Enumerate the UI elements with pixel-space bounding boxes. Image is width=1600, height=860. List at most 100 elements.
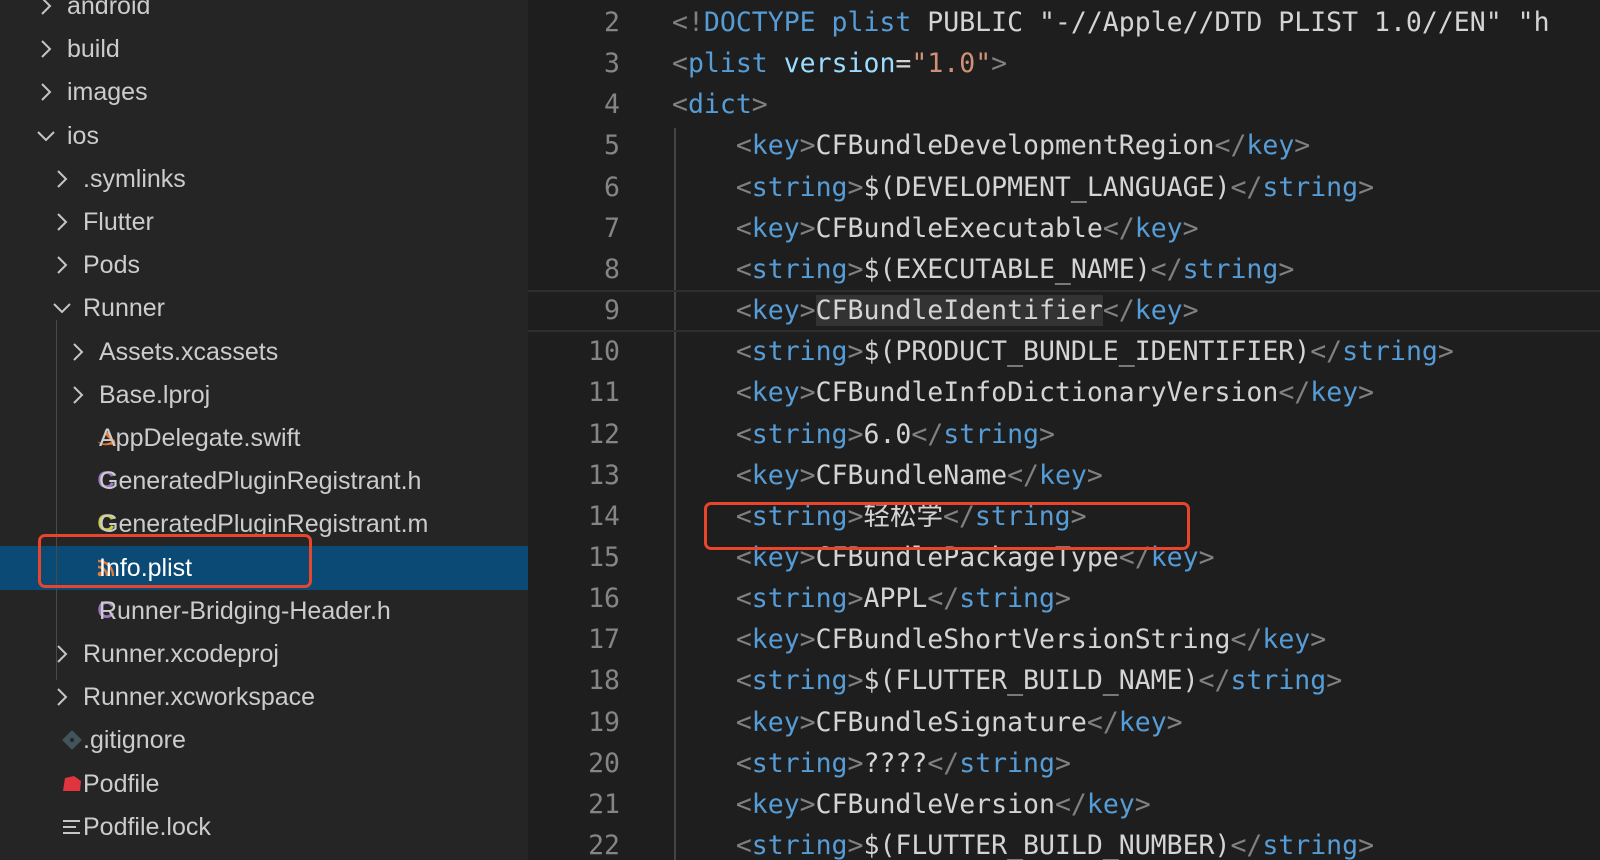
code-token: < — [672, 48, 688, 80]
explorer-item-label: Runner.xcodeproj — [83, 640, 279, 668]
code-line[interactable]: 4 <dict> — [528, 84, 1600, 126]
chevron-right-icon[interactable] — [34, 27, 58, 71]
explorer-item-podfile-lock[interactable]: Podfile.lock — [0, 805, 528, 849]
explorer-item-generatedpluginregistrant-h[interactable]: C GeneratedPluginRegistrant.h — [0, 459, 528, 503]
explorer-item-label: Podfile.lock — [83, 812, 211, 841]
code-token: CFBundlePackageType — [815, 541, 1119, 573]
line-number: 9 — [604, 295, 620, 327]
code-token: > — [799, 706, 816, 738]
code-token: key — [751, 130, 800, 162]
explorer-item-build[interactable]: build — [0, 27, 528, 71]
chevron-right-icon[interactable] — [34, 70, 58, 114]
explorer-item-ios[interactable]: ios — [0, 114, 528, 158]
code-token: > — [1358, 171, 1375, 203]
code-line[interactable]: 19 <key>CFBundleSignature</key> — [528, 702, 1600, 744]
explorer-item-pods[interactable]: Pods — [0, 243, 528, 287]
line-number: 13 — [588, 459, 620, 491]
code-line[interactable]: 13 <key>CFBundleName</key> — [528, 455, 1600, 497]
code-text: <string>APPL</string> — [672, 578, 1071, 620]
code-line[interactable]: 2 <!DOCTYPE plist PUBLIC "-//Apple//DTD P… — [528, 2, 1600, 44]
chevron-right-icon[interactable] — [34, 0, 58, 28]
code-token: > — [799, 459, 816, 491]
chevron-right-icon[interactable] — [50, 200, 74, 244]
code-token: > — [1086, 459, 1103, 491]
code-token: CFBundleDevelopmentRegion — [815, 130, 1215, 162]
chevron-right-icon[interactable] — [50, 675, 74, 719]
explorer-item-base-lproj[interactable]: Base.lproj — [0, 373, 528, 417]
code-line[interactable]: 21 <key>CFBundleVersion</key> — [528, 784, 1600, 826]
explorer-item-info-plist[interactable]: Info.plist — [0, 545, 528, 590]
code-token: string — [1262, 171, 1359, 203]
code-editor[interactable]: 2 <!DOCTYPE plist PUBLIC "-//Apple//DTD P… — [528, 0, 1600, 860]
explorer-item-runner[interactable]: Runner — [0, 286, 528, 330]
line-number: 10 — [588, 336, 620, 368]
code-token: > — [1182, 295, 1199, 327]
explorer-item-android[interactable]: android — [0, 0, 528, 28]
explorer-item-generatedpluginregistrant-m[interactable]: C GeneratedPluginRegistrant.m — [0, 502, 528, 546]
code-line[interactable]: 22 <string>$(FLUTTER_BUILD_NUMBER)</stri… — [528, 825, 1600, 860]
explorer-item-label: Runner — [83, 294, 165, 323]
code-line[interactable]: 20 <string>????</string> — [528, 743, 1600, 785]
code-line[interactable]: 5 <key>CFBundleDevelopmentRegion</key> — [528, 125, 1600, 167]
explorer-item-label: .gitignore — [83, 726, 186, 755]
code-line[interactable]: 18 <string>$(FLUTTER_BUILD_NAME)</string… — [528, 660, 1600, 702]
code-token: string — [1182, 253, 1279, 285]
explorer-item-flutter[interactable]: Flutter — [0, 200, 528, 244]
explorer-item-label: ios — [67, 121, 99, 150]
code-token: > — [847, 665, 864, 697]
code-token: string — [959, 747, 1055, 779]
code-text: <string>轻松学</string> — [672, 496, 1087, 538]
explorer-item-label: android — [67, 0, 151, 20]
code-token: key — [1150, 541, 1199, 573]
code-token: < — [672, 336, 752, 368]
code-line[interactable]: 6 <string>$(DEVELOPMENT_LANGUAGE)</strin… — [528, 167, 1600, 209]
code-token: key — [751, 212, 800, 244]
code-token: < — [672, 583, 752, 615]
code-line[interactable]: 11 <key>CFBundleInfoDictionaryVersion</k… — [528, 372, 1600, 414]
chevron-down-icon[interactable] — [34, 114, 58, 158]
explorer-item-runner-xcodeproj[interactable]: Runner.xcodeproj — [0, 632, 528, 676]
code-token: </ — [1214, 130, 1247, 162]
code-token: key — [1118, 706, 1167, 738]
explorer-item-label: build — [67, 35, 120, 64]
code-token: < — [672, 788, 752, 820]
line-number: 14 — [588, 500, 620, 532]
chevron-right-icon[interactable] — [50, 632, 74, 676]
code-line[interactable]: 9 <key>CFBundleIdentifier</key> — [528, 290, 1600, 333]
file-explorer: android build images ios .symlinks Flutter Pod… — [0, 0, 528, 860]
chevron-down-icon[interactable] — [50, 286, 74, 330]
ruby-icon — [60, 762, 84, 806]
code-line[interactable]: 15 <key>CFBundlePackageType</key> — [528, 537, 1600, 579]
code-token: 轻松学 — [863, 500, 943, 532]
code-token: key — [751, 624, 800, 656]
explorer-item-images[interactable]: images — [0, 70, 528, 114]
chevron-right-icon[interactable] — [50, 157, 74, 201]
code-line[interactable]: 16 <string>APPL</string> — [528, 578, 1600, 620]
explorer-item-podfile[interactable]: Podfile — [0, 762, 528, 806]
code-token: CFBundleSignature — [815, 706, 1087, 738]
explorer-item-gitignore[interactable]: .gitignore — [0, 718, 528, 762]
explorer-item-symlinks[interactable]: .symlinks — [0, 157, 528, 201]
explorer-item-label: Pods — [83, 251, 140, 280]
code-line[interactable]: 14 <string>轻松学</string> — [528, 496, 1600, 538]
chevron-right-icon[interactable] — [66, 373, 90, 417]
chevron-right-icon[interactable] — [50, 243, 74, 287]
explorer-item-runner-bridging-header-h[interactable]: C Runner-Bridging-Header.h — [0, 589, 528, 633]
code-line[interactable]: 10 <string>$(PRODUCT_BUNDLE_IDENTIFIER)<… — [528, 331, 1600, 373]
explorer-item-runner-xcworkspace[interactable]: Runner.xcworkspace — [0, 675, 528, 719]
code-line[interactable]: 7 <key>CFBundleExecutable</key> — [528, 208, 1600, 250]
code-line[interactable]: 12 <string>6.0</string> — [528, 414, 1600, 456]
code-token: > — [751, 89, 768, 121]
code-line[interactable]: 17 <key>CFBundleShortVersionString</key> — [528, 619, 1600, 661]
chevron-right-icon[interactable] — [66, 330, 90, 374]
code-token: "1.0" — [911, 48, 992, 80]
code-token: </ — [1278, 377, 1311, 409]
code-text: <string>$(DEVELOPMENT_LANGUAGE)</string> — [672, 167, 1374, 209]
explorer-item-appdelegate-swift[interactable]: AppDelegate.swift — [0, 416, 528, 460]
code-line[interactable]: 8 <string>$(EXECUTABLE_NAME)</string> — [528, 249, 1600, 291]
code-text: <string>$(EXECUTABLE_NAME)</string> — [672, 249, 1294, 291]
code-line[interactable]: 3 <plist version="1.0"> — [528, 43, 1600, 85]
code-token: $(FLUTTER_BUILD_NAME) — [863, 665, 1199, 697]
explorer-item-assets-xcassets[interactable]: Assets.xcassets — [0, 330, 528, 374]
code-token: < — [672, 624, 752, 656]
